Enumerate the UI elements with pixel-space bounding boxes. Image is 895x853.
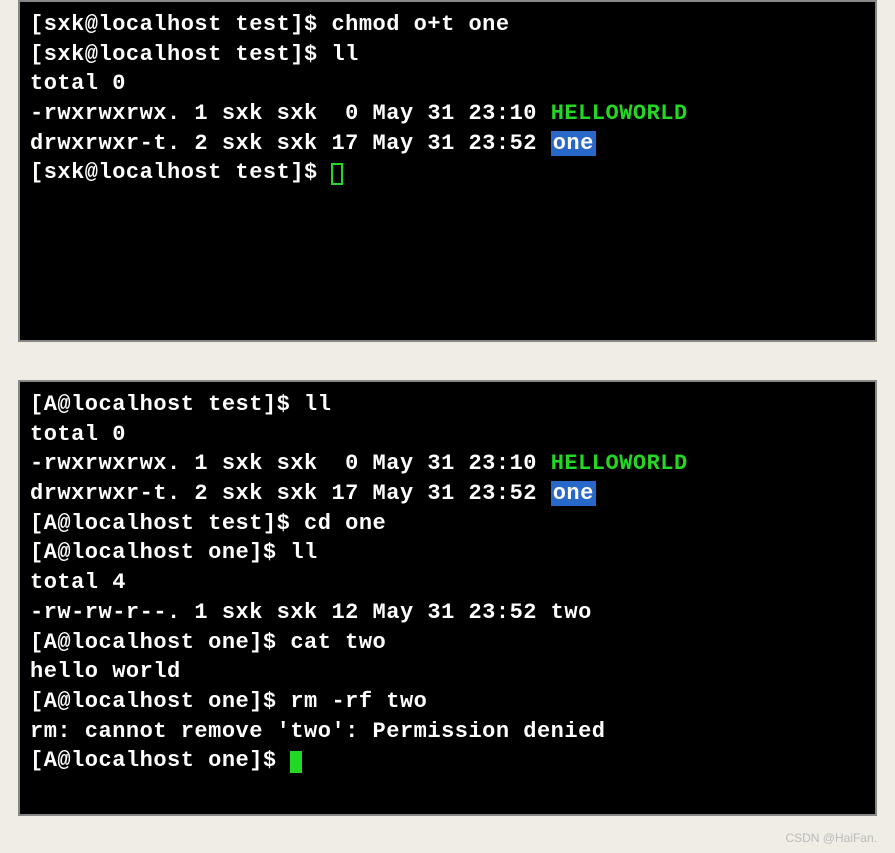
watermark: CSDN @HaiFan. bbox=[785, 831, 877, 845]
terminal-line: total 4 bbox=[30, 568, 865, 598]
file-perms: -rwxrwxrwx. 1 sxk sxk 0 May 31 23:10 bbox=[30, 101, 551, 126]
terminal-line: -rwxrwxrwx. 1 sxk sxk 0 May 31 23:10 HEL… bbox=[30, 449, 865, 479]
prompt: [sxk@localhost test]$ bbox=[30, 160, 331, 185]
terminal-line: [A@localhost one]$ ll bbox=[30, 538, 865, 568]
terminal-line: [sxk@localhost test]$ bbox=[30, 158, 865, 188]
terminal-line: total 0 bbox=[30, 420, 865, 450]
terminal-1[interactable]: [sxk@localhost test]$ chmod o+t one [sxk… bbox=[18, 0, 877, 342]
terminal-line: [sxk@localhost test]$ chmod o+t one bbox=[30, 10, 865, 40]
file-name-executable: HELLOWORLD bbox=[551, 451, 688, 476]
prompt: [A@localhost test]$ bbox=[30, 511, 304, 536]
command: ll bbox=[331, 42, 358, 67]
file-name-executable: HELLOWORLD bbox=[551, 101, 688, 126]
prompt: [sxk@localhost test]$ bbox=[30, 42, 331, 67]
prompt: [A@localhost one]$ bbox=[30, 540, 290, 565]
terminal-line: -rw-rw-r--. 1 sxk sxk 12 May 31 23:52 tw… bbox=[30, 598, 865, 628]
command: cat two bbox=[290, 630, 386, 655]
prompt: [sxk@localhost test]$ bbox=[30, 12, 331, 37]
directory-name: one bbox=[551, 131, 596, 156]
terminal-line: [A@localhost one]$ bbox=[30, 746, 865, 776]
cursor-icon bbox=[290, 751, 302, 773]
terminal-line: total 0 bbox=[30, 69, 865, 99]
command: chmod o+t one bbox=[331, 12, 509, 37]
terminal-line: [A@localhost one]$ cat two bbox=[30, 628, 865, 658]
file-perms: drwxrwxr-t. 2 sxk sxk 17 May 31 23:52 bbox=[30, 481, 551, 506]
terminal-line: [A@localhost one]$ rm -rf two bbox=[30, 687, 865, 717]
directory-name: one bbox=[551, 481, 596, 506]
prompt: [A@localhost one]$ bbox=[30, 630, 290, 655]
command: ll bbox=[304, 392, 331, 417]
file-perms: -rwxrwxrwx. 1 sxk sxk 0 May 31 23:10 bbox=[30, 451, 551, 476]
command: cd one bbox=[304, 511, 386, 536]
prompt: [A@localhost test]$ bbox=[30, 392, 304, 417]
terminal-line: -rwxrwxrwx. 1 sxk sxk 0 May 31 23:10 HEL… bbox=[30, 99, 865, 129]
prompt: [A@localhost one]$ bbox=[30, 748, 290, 773]
terminal-line: [sxk@localhost test]$ ll bbox=[30, 40, 865, 70]
file-perms: drwxrwxr-t. 2 sxk sxk 17 May 31 23:52 bbox=[30, 131, 551, 156]
terminal-line: drwxrwxr-t. 2 sxk sxk 17 May 31 23:52 on… bbox=[30, 479, 865, 509]
cursor-icon bbox=[331, 163, 343, 185]
terminal-line: drwxrwxr-t. 2 sxk sxk 17 May 31 23:52 on… bbox=[30, 129, 865, 159]
terminal-line: [A@localhost test]$ ll bbox=[30, 390, 865, 420]
terminal-line: hello world bbox=[30, 657, 865, 687]
terminal-2[interactable]: [A@localhost test]$ ll total 0 -rwxrwxrw… bbox=[18, 380, 877, 816]
command: ll bbox=[290, 540, 317, 565]
command: rm -rf two bbox=[290, 689, 427, 714]
terminal-line: rm: cannot remove 'two': Permission deni… bbox=[30, 717, 865, 747]
prompt: [A@localhost one]$ bbox=[30, 689, 290, 714]
terminal-line: [A@localhost test]$ cd one bbox=[30, 509, 865, 539]
